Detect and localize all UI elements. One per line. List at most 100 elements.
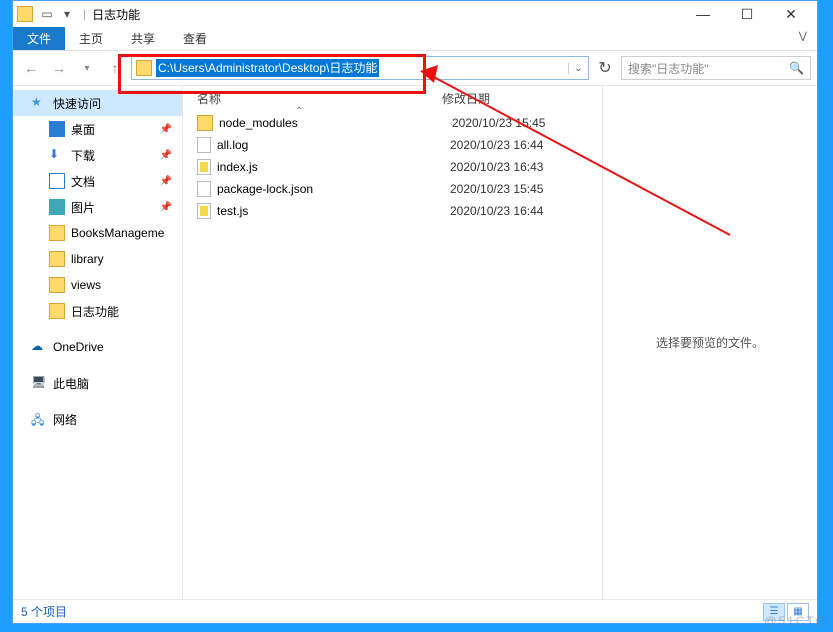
sidebar-item-label: 此电脑	[53, 375, 89, 392]
window-title: 日志功能	[92, 6, 140, 23]
sidebar-network[interactable]: 🖧 网络	[13, 406, 182, 432]
maximize-button[interactable]: ☐	[725, 1, 769, 27]
history-dropdown-icon[interactable]: ▾	[75, 56, 99, 80]
separator: |	[83, 7, 86, 21]
file-name: all.log	[217, 138, 450, 152]
column-modified[interactable]: 修改日期	[442, 90, 582, 107]
sidebar-item-label: BooksManageme	[71, 226, 164, 240]
view-icons-button[interactable]: ▦	[787, 603, 809, 621]
sidebar-item-label: 下载	[71, 147, 95, 164]
sidebar-books[interactable]: BooksManageme	[13, 220, 182, 246]
onedrive-icon: ☁	[31, 339, 47, 355]
ribbon-tabs: 文件 主页 共享 查看 ⋁	[13, 27, 817, 51]
sidebar-downloads[interactable]: ⬇ 下载 📌	[13, 142, 182, 168]
ribbon-collapse-icon[interactable]: ⋁	[799, 31, 807, 42]
list-item[interactable]: index.js2020/10/23 16:43	[183, 156, 602, 178]
file-date: 2020/10/23 16:43	[450, 160, 590, 174]
document-icon	[49, 173, 65, 189]
pin-icon: 📌	[160, 176, 172, 187]
status-bar: 5 个项目 ☰ ▦	[13, 599, 817, 623]
file-name: package-lock.json	[217, 182, 450, 196]
view-details-button[interactable]: ☰	[763, 603, 785, 621]
sidebar-item-label: 桌面	[71, 121, 95, 138]
list-item[interactable]: test.js2020/10/23 16:44	[183, 200, 602, 222]
content-area: ★ 快速访问 桌面 📌 ⬇ 下载 📌 文档 📌 图片 📌 BooksManageme lib…	[13, 85, 817, 599]
qat-dropdown-icon[interactable]: ▾	[59, 6, 75, 22]
file-date: 2020/10/23 15:45	[450, 182, 590, 196]
js-file-icon	[197, 159, 211, 175]
file-name: index.js	[217, 160, 450, 174]
js-file-icon	[197, 203, 211, 219]
sidebar-documents[interactable]: 文档 📌	[13, 168, 182, 194]
pin-icon: 📌	[160, 202, 172, 213]
folder-icon	[136, 60, 152, 76]
pin-icon: 📌	[160, 150, 172, 161]
search-icon[interactable]: 🔍	[789, 61, 804, 75]
folder-icon	[49, 225, 65, 241]
sidebar-item-label: OneDrive	[53, 340, 104, 354]
minimize-button[interactable]: —	[681, 1, 725, 27]
tab-file[interactable]: 文件	[13, 27, 65, 50]
forward-button[interactable]: →	[47, 56, 71, 80]
tab-home[interactable]: 主页	[65, 27, 117, 50]
column-name[interactable]: 名称	[197, 90, 442, 107]
pictures-icon	[49, 199, 65, 215]
sidebar-views[interactable]: views	[13, 272, 182, 298]
sidebar-desktop[interactable]: 桌面 📌	[13, 116, 182, 142]
file-rows: node_modules2020/10/23 15:45 all.log2020…	[183, 110, 602, 222]
sidebar-library[interactable]: library	[13, 246, 182, 272]
address-bar[interactable]: C:\Users\Administrator\Desktop\日志功能 ⌄	[131, 56, 589, 80]
sidebar-item-label: 图片	[71, 199, 95, 216]
sidebar-item-label: 网络	[53, 411, 77, 428]
search-input[interactable]: 搜索"日志功能" 🔍	[621, 56, 811, 80]
sidebar-item-label: 快速访问	[53, 95, 101, 112]
nav-sidebar: ★ 快速访问 桌面 📌 ⬇ 下载 📌 文档 📌 图片 📌 BooksManageme lib…	[13, 86, 183, 599]
pc-icon: 🖥	[31, 375, 47, 391]
address-path[interactable]: C:\Users\Administrator\Desktop\日志功能	[156, 59, 379, 77]
file-date: 2020/10/23 15:45	[452, 116, 592, 130]
star-icon: ★	[31, 95, 47, 111]
pin-icon: 📌	[160, 124, 172, 135]
status-item-count: 5 个项目	[21, 603, 67, 620]
sidebar-item-label: 日志功能	[71, 303, 119, 320]
folder-icon	[49, 303, 65, 319]
file-name: test.js	[217, 204, 450, 218]
explorer-window: ▭ ▾ | 日志功能 — ☐ ✕ 文件 主页 共享 查看 ⋁ ← → ▾ ↑ C…	[12, 0, 818, 624]
list-item[interactable]: all.log2020/10/23 16:44	[183, 134, 602, 156]
nav-toolbar: ← → ▾ ↑ C:\Users\Administrator\Desktop\日…	[13, 51, 817, 85]
download-icon: ⬇	[49, 147, 65, 163]
sidebar-quick-access[interactable]: ★ 快速访问	[13, 90, 182, 116]
tab-share[interactable]: 共享	[117, 27, 169, 50]
close-button[interactable]: ✕	[769, 1, 813, 27]
file-date: 2020/10/23 16:44	[450, 204, 590, 218]
refresh-button[interactable]: ↻	[593, 56, 617, 80]
qat-properties-icon[interactable]: ▭	[39, 6, 55, 22]
desktop-icon	[49, 121, 65, 137]
file-area: 名称 修改日期 ⌃ node_modules2020/10/23 15:45 a…	[183, 86, 817, 599]
sidebar-logfolder[interactable]: 日志功能	[13, 298, 182, 324]
search-placeholder: 搜索"日志功能"	[628, 60, 709, 77]
preview-pane: 选择要预览的文件。	[602, 86, 817, 599]
sidebar-onedrive[interactable]: ☁ OneDrive	[13, 334, 182, 360]
list-item[interactable]: package-lock.json2020/10/23 15:45	[183, 178, 602, 200]
network-icon: 🖧	[31, 411, 47, 427]
sidebar-thispc[interactable]: 🖥 此电脑	[13, 370, 182, 396]
folder-icon	[197, 115, 213, 131]
column-headers: 名称 修改日期 ⌃	[183, 86, 602, 110]
sidebar-item-label: views	[71, 278, 101, 292]
up-button[interactable]: ↑	[103, 56, 127, 80]
file-name: node_modules	[219, 116, 452, 130]
title-bar: ▭ ▾ | 日志功能 — ☐ ✕	[13, 1, 817, 27]
address-dropdown-icon[interactable]: ⌄	[568, 63, 588, 74]
folder-icon	[49, 277, 65, 293]
tab-view[interactable]: 查看	[169, 27, 221, 50]
folder-icon	[17, 6, 33, 22]
file-icon	[197, 181, 211, 197]
preview-empty-text: 选择要预览的文件。	[656, 334, 764, 351]
sidebar-item-label: 文档	[71, 173, 95, 190]
list-item[interactable]: node_modules2020/10/23 15:45	[183, 112, 602, 134]
back-button[interactable]: ←	[19, 56, 43, 80]
file-list: 名称 修改日期 ⌃ node_modules2020/10/23 15:45 a…	[183, 86, 602, 599]
collapse-column-icon[interactable]: ⌃	[295, 106, 303, 117]
sidebar-pictures[interactable]: 图片 📌	[13, 194, 182, 220]
